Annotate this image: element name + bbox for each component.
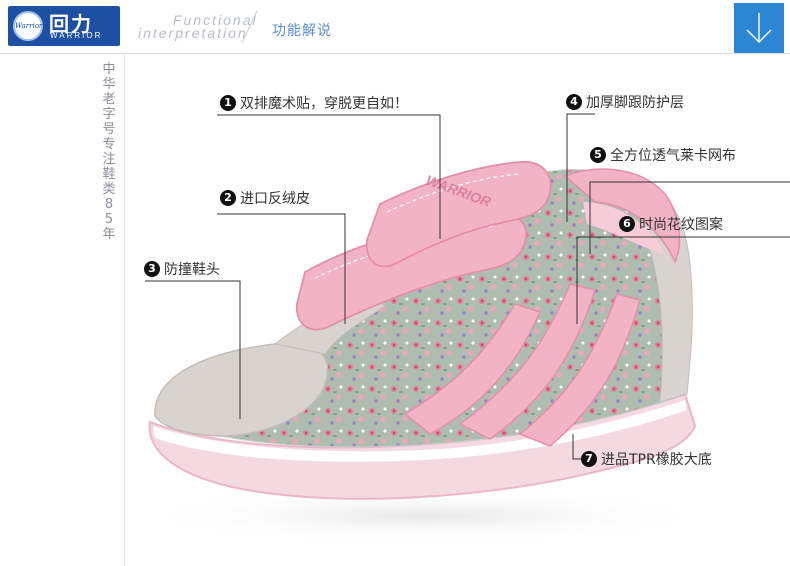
brand-seal-text: Warrior bbox=[15, 22, 43, 30]
scroll-down-button[interactable] bbox=[734, 3, 784, 53]
rail-slogan: 中华老字号专注鞋类85年 bbox=[102, 62, 116, 242]
callout-number-6: 6 bbox=[619, 216, 635, 232]
section-title-cn: 功能解说 bbox=[272, 23, 332, 39]
product-stage: WARRIOR 1 双排魔术贴，穿脱更自如！ 2 进口反绒皮 3 防撞鞋头 4 … bbox=[125, 54, 790, 566]
callout-label-2: 进口反绒皮 bbox=[240, 191, 310, 207]
callout-number-4: 4 bbox=[566, 94, 582, 110]
callout-label-3: 防撞鞋头 bbox=[164, 262, 220, 278]
callout-label-5: 全方位透气莱卡网布 bbox=[610, 148, 736, 164]
callout-1: 1 双排魔术贴，穿脱更自如！ bbox=[220, 93, 408, 113]
callout-number-7: 7 bbox=[581, 451, 597, 467]
callout-label-7: 进品TPR橡胶大底 bbox=[601, 452, 712, 468]
header: Warrior 回力 WARRIOR Functional interpreta… bbox=[0, 0, 790, 53]
brand-logo[interactable]: Warrior 回力 WARRIOR bbox=[8, 6, 120, 46]
callout-number-2: 2 bbox=[220, 190, 236, 206]
callout-2: 2 进口反绒皮 bbox=[220, 188, 310, 208]
callout-number-1: 1 bbox=[220, 95, 236, 111]
callout-3: 3 防撞鞋头 bbox=[144, 259, 220, 279]
shoe-illustration: WARRIOR bbox=[135, 113, 790, 544]
brand-seal-icon: Warrior bbox=[13, 11, 43, 41]
brand-name-en: WARRIOR bbox=[50, 31, 103, 40]
chevron-down-icon bbox=[746, 13, 772, 43]
callout-number-3: 3 bbox=[144, 261, 160, 277]
callout-6: 6 时尚花纹图案 bbox=[619, 214, 723, 234]
callout-label-4: 加厚脚跟防护层 bbox=[586, 95, 684, 111]
callout-5: 5 全方位透气莱卡网布 bbox=[590, 145, 736, 165]
callout-label-6: 时尚花纹图案 bbox=[639, 217, 723, 233]
callout-label-1: 双排魔术贴，穿脱更自如！ bbox=[240, 96, 408, 112]
callout-4: 4 加厚脚跟防护层 bbox=[566, 92, 684, 112]
callout-7: 7 进品TPR橡胶大底 bbox=[581, 449, 712, 469]
callout-number-5: 5 bbox=[590, 147, 606, 163]
section-title-en-line2: interpretation bbox=[138, 25, 248, 41]
